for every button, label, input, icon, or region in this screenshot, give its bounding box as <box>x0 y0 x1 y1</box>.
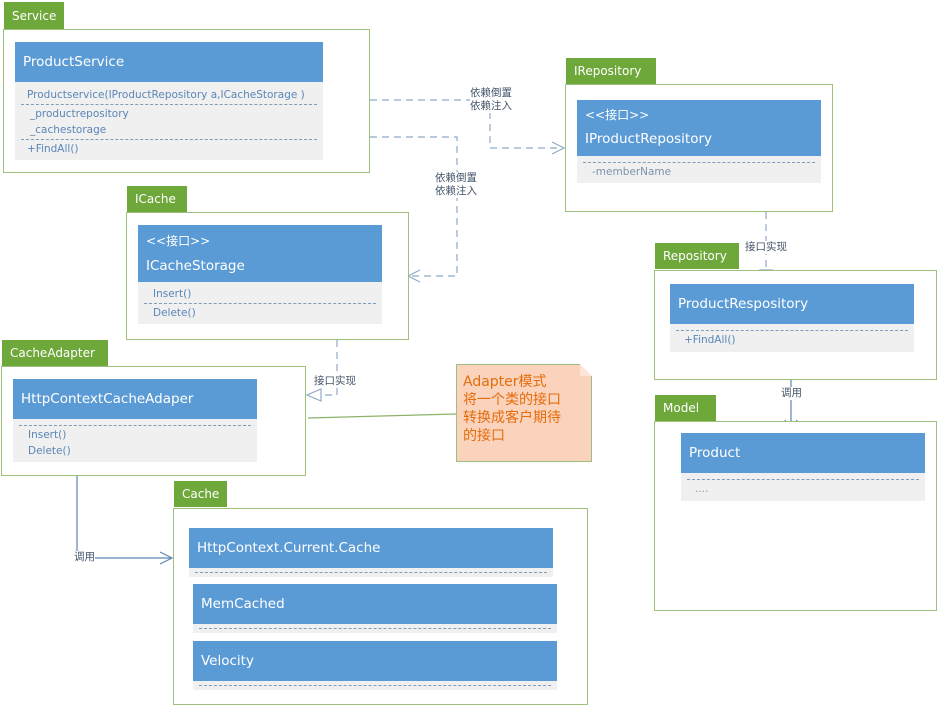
connector-label-dependency-icache: 依赖倒置 依赖注入 <box>435 172 477 198</box>
class-icache-storage[interactable]: <<接口>> ICacheStorage Insert() Delete() <box>138 225 382 324</box>
section-divider <box>21 104 317 105</box>
note-line: 的接口 <box>463 428 505 444</box>
section-divider <box>21 139 317 140</box>
section-divider <box>195 572 547 573</box>
class-header: ProductRespository <box>670 284 914 324</box>
class-name: ICacheStorage <box>146 258 245 274</box>
class-body: -memberName <box>577 156 821 183</box>
class-body: .... <box>681 473 925 501</box>
method-item: Insert() <box>28 429 67 441</box>
class-name: Velocity <box>201 653 254 669</box>
class-cache-impl[interactable]: Velocity <box>193 641 557 690</box>
method-item: Delete() <box>28 445 71 457</box>
label-line: 依赖注入 <box>435 185 477 197</box>
stereotype-label: <<接口>> <box>146 234 211 248</box>
package-tab-cacheadapter[interactable]: CacheAdapter <box>2 340 108 366</box>
class-name: ProductRespository <box>678 296 809 312</box>
note-line: Adapter模式 <box>463 374 547 390</box>
stereotype-label: <<接口>> <box>585 108 650 122</box>
class-product-service[interactable]: ProductService Productservice(IProductRe… <box>15 42 323 160</box>
class-name: HttpContextCacheAdaper <box>21 391 194 407</box>
class-product[interactable]: Product .... <box>681 433 925 501</box>
triangle-arrowhead-icache <box>305 388 322 402</box>
adapter-pattern-note[interactable]: Adapter模式 将一个类的接口 转换成客户期待 的接口 <box>456 364 592 462</box>
method-item: Insert() <box>153 288 192 300</box>
field-item: .... <box>695 483 709 495</box>
note-fold-corner <box>580 364 592 376</box>
connector-label-call-product: 调用 <box>781 387 802 400</box>
class-header: MemCached <box>193 584 557 624</box>
class-header: Product <box>681 433 925 473</box>
class-header: ProductService <box>15 42 323 82</box>
section-divider <box>583 162 815 163</box>
connector-label-dependency-irepository: 依赖倒置 依赖注入 <box>470 87 512 113</box>
section-divider <box>199 628 551 629</box>
call-line-adapter-to-cache <box>76 476 172 559</box>
class-body <box>193 624 557 633</box>
method-item: +FindAll() <box>27 143 79 155</box>
class-body <box>189 568 553 577</box>
class-product-respository[interactable]: ProductRespository +FindAll() <box>670 284 914 352</box>
section-divider <box>144 303 376 304</box>
class-name: ProductService <box>23 54 125 70</box>
note-line: 将一个类的接口 <box>463 392 561 408</box>
class-name: HttpContext.Current.Cache <box>197 540 381 556</box>
package-tab-icache[interactable]: ICache <box>127 186 187 212</box>
class-body: Insert() Delete() <box>138 282 382 324</box>
class-header: <<接口>> IProductRepository <box>577 100 821 156</box>
note-line: 转换成客户期待 <box>463 410 561 426</box>
connector-label-call-cache: 调用 <box>74 551 95 564</box>
class-header: HttpContext.Current.Cache <box>189 528 553 568</box>
class-http-context-cache-adaper[interactable]: HttpContextCacheAdaper Insert() Delete() <box>13 379 257 462</box>
connector-label-interface-impl-cacheadapter: 接口实现 <box>314 375 356 388</box>
class-body: +FindAll() <box>670 324 914 352</box>
connector-label-interface-impl-repository: 接口实现 <box>745 241 787 254</box>
class-header: Velocity <box>193 641 557 681</box>
package-tab-service[interactable]: Service <box>4 2 65 30</box>
section-divider <box>676 330 908 331</box>
package-tab-repository[interactable]: Repository <box>655 243 739 269</box>
class-name: Product <box>689 445 741 461</box>
class-header: <<接口>> ICacheStorage <box>138 225 382 282</box>
method-item: Delete() <box>153 307 196 319</box>
section-divider <box>687 479 919 480</box>
label-line: 依赖注入 <box>470 100 512 112</box>
class-iproduct-repository[interactable]: <<接口>> IProductRepository -memberName <box>577 100 821 183</box>
package-tab-irepository[interactable]: IRepository <box>566 58 656 84</box>
field-item: -memberName <box>592 166 672 178</box>
class-cache-impl[interactable]: MemCached <box>193 584 557 633</box>
class-body <box>193 681 557 690</box>
section-divider <box>199 685 551 686</box>
class-cache-impl[interactable]: HttpContext.Current.Cache <box>189 528 553 577</box>
class-header: HttpContextCacheAdaper <box>13 379 257 419</box>
field-item: _cachestorage <box>30 124 107 136</box>
class-body: Productservice(IProductRepository a,ICac… <box>15 82 323 160</box>
field-item: _productrepository <box>30 108 129 120</box>
class-name: IProductRepository <box>585 131 713 147</box>
package-tab-cache[interactable]: Cache <box>174 481 227 507</box>
constructor-signature: Productservice(IProductRepository a,ICac… <box>27 89 305 101</box>
note-anchor-line <box>307 413 457 419</box>
class-name: MemCached <box>201 596 285 612</box>
label-line: 依赖倒置 <box>435 172 477 184</box>
class-body: Insert() Delete() <box>13 419 257 462</box>
dependency-line-service-to-irepository <box>370 99 562 149</box>
package-tab-model[interactable]: Model <box>655 395 716 421</box>
section-divider <box>19 425 251 426</box>
method-item: +FindAll() <box>684 334 736 346</box>
label-line: 依赖倒置 <box>470 87 512 99</box>
